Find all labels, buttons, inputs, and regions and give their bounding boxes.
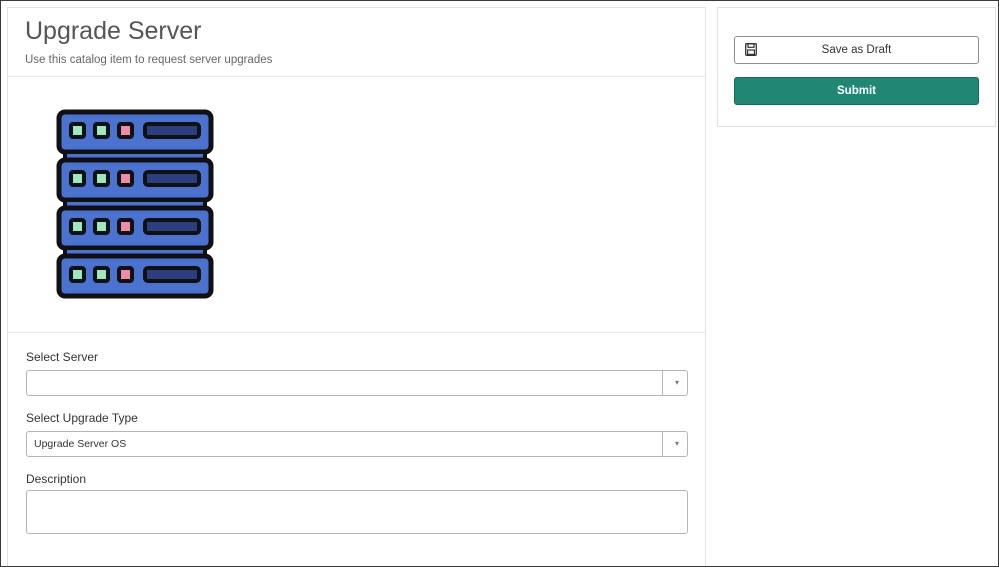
save-as-draft-label: Save as Draft: [821, 44, 892, 56]
page-subtitle: Use this catalog item to request server …: [25, 54, 273, 66]
image-divider: [8, 332, 705, 333]
actions-card: Save as Draft Submit: [717, 7, 996, 127]
dropdown-separator: [662, 432, 663, 456]
save-as-draft-button[interactable]: Save as Draft: [734, 36, 979, 64]
select-server-dropdown[interactable]: ▾: [26, 370, 688, 396]
chevron-down-icon[interactable]: ▾: [675, 378, 679, 387]
header-divider: [8, 76, 705, 77]
description-textarea[interactable]: [26, 490, 688, 534]
submit-button[interactable]: Submit: [734, 77, 979, 105]
select-server-label: Select Server: [26, 350, 99, 364]
server-rack-icon: [56, 109, 214, 299]
catalog-item-card: Upgrade Server Use this catalog item to …: [7, 7, 706, 566]
select-upgrade-type-label: Select Upgrade Type: [26, 411, 138, 425]
description-label: Description: [26, 472, 87, 486]
page-title: Upgrade Server: [25, 17, 202, 45]
submit-label: Submit: [837, 85, 876, 97]
window-frame: Upgrade Server Use this catalog item to …: [0, 0, 999, 567]
chevron-down-icon[interactable]: ▾: [675, 439, 679, 448]
dropdown-separator: [662, 371, 663, 395]
select-upgrade-type-value: Upgrade Server OS: [34, 438, 127, 450]
select-upgrade-type-dropdown[interactable]: Upgrade Server OS ▾: [26, 431, 688, 457]
